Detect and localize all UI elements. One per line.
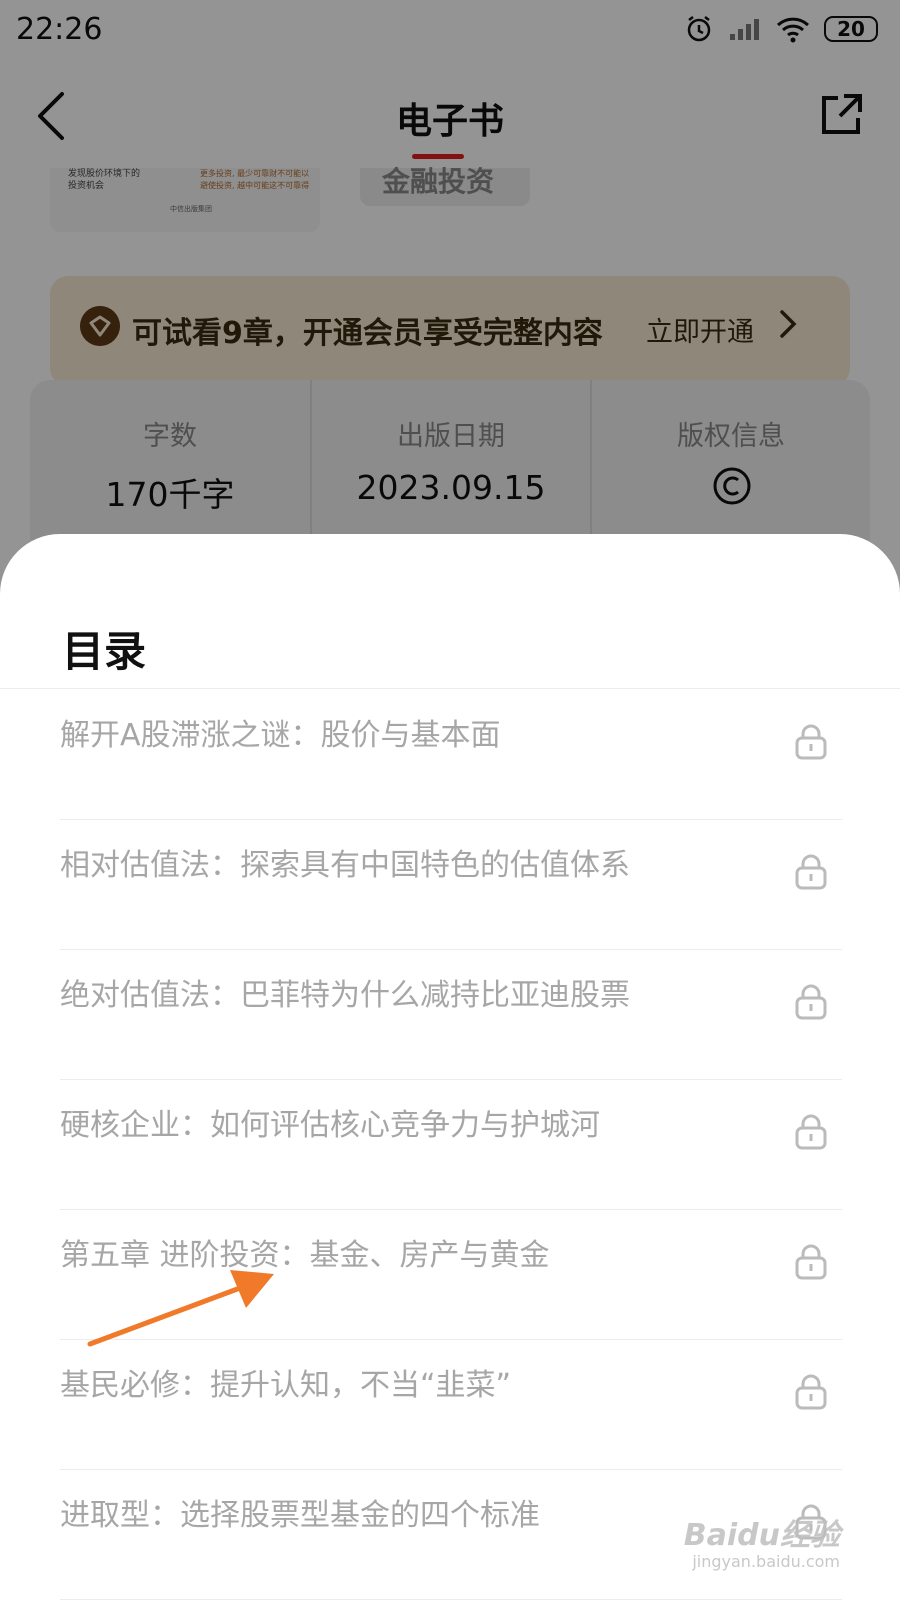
toc-item-label: 硬核企业：如何评估核心竞争力与护城河 [60, 1108, 600, 1143]
watermark-main: Baidu经验 [683, 1518, 840, 1553]
toc-list: 解开A股滞涨之谜：股价与基本面 相对估值法：探索具有中国特色的估值体系 绝对估值… [60, 690, 842, 1600]
toc-item[interactable]: 相对估值法：探索具有中国特色的估值体系 [60, 820, 842, 950]
toc-item[interactable]: 解开A股滞涨之谜：股价与基本面 [60, 690, 842, 820]
lock-icon [795, 984, 827, 1020]
toc-bottom-sheet: 目录 解开A股滞涨之谜：股价与基本面 相对估值法：探索具有中国特色的估值体系 绝… [0, 534, 900, 1600]
lock-icon [795, 854, 827, 890]
lock-icon [795, 1244, 827, 1280]
toc-item[interactable]: 基民必修：提升认知，不当“韭菜” [60, 1340, 842, 1470]
watermark-sub: jingyan.baidu.com [692, 1552, 840, 1571]
toc-divider [0, 688, 900, 689]
toc-item[interactable]: 绝对估值法：巴菲特为什么减持比亚迪股票 [60, 950, 842, 1080]
toc-item-label: 基民必修：提升认知，不当“韭菜” [60, 1368, 512, 1403]
annotation-arrow-icon [87, 1270, 274, 1347]
lock-icon [795, 1374, 827, 1410]
toc-item-label: 相对估值法：探索具有中国特色的估值体系 [60, 848, 630, 883]
lock-icon [795, 1114, 827, 1150]
lock-icon [795, 724, 827, 760]
toc-item-label: 进取型：选择股票型基金的四个标准 [60, 1498, 540, 1533]
toc-item[interactable]: 硬核企业：如何评估核心竞争力与护城河 [60, 1080, 842, 1210]
toc-item-label: 解开A股滞涨之谜：股价与基本面 [60, 718, 501, 753]
watermark: Baidu经验 jingyan.baidu.com [684, 1510, 840, 1571]
toc-item-label: 绝对估值法：巴菲特为什么减持比亚迪股票 [60, 978, 630, 1013]
toc-title: 目录 [62, 627, 147, 676]
